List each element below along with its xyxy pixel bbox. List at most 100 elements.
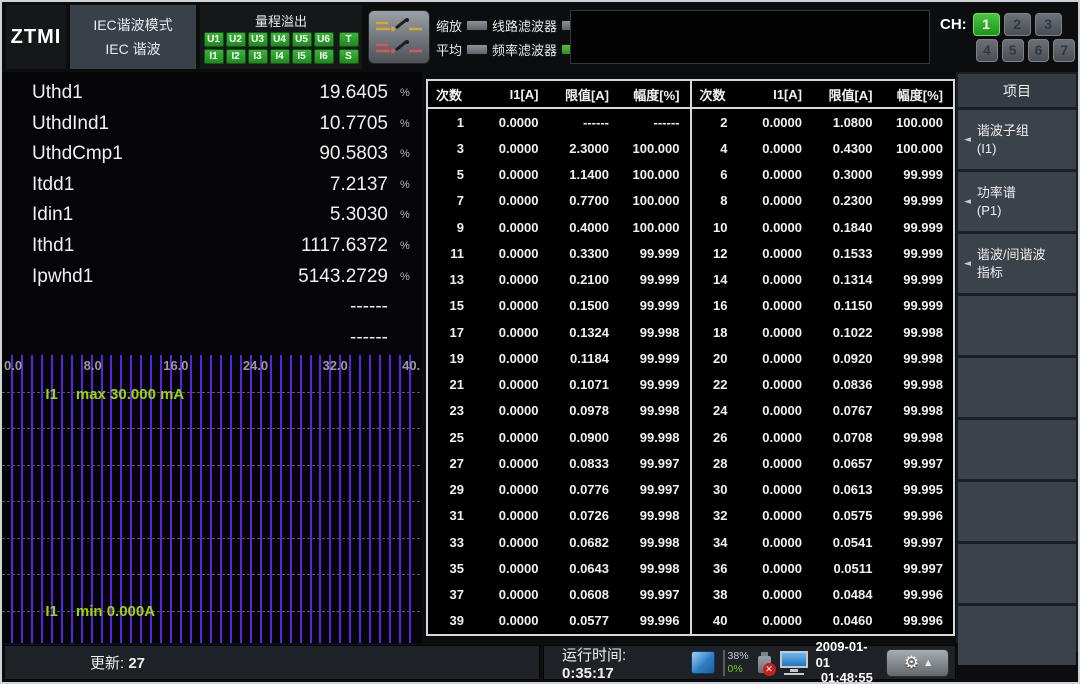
chevron-up-icon: ▲ [925,658,931,667]
harmonic-value-cell: 99.999 [619,293,690,319]
harmonic-value-cell: 0.0000 [742,398,813,424]
harmonic-value-cell: 0.3000 [812,162,883,188]
measurement-row: ------ [2,292,422,323]
sidebar-item-label: 功率谱(P1) [977,184,1016,219]
harmonic-value-cell: 0.1500 [549,293,620,319]
harmonic-value-cell: 0.0000 [742,267,813,293]
harmonic-bar [260,355,262,643]
harmonic-bar [369,355,371,643]
harmonic-value-cell: 99.998 [619,555,690,581]
sidebar-title: 项目 [958,74,1076,107]
channel-button-7[interactable]: 7 [1053,39,1075,62]
table-header-0: 次数 [428,81,478,109]
channel-label: CH: [940,16,967,33]
harmonic-value-cell: 99.999 [619,267,690,293]
harmonic-value-cell: 0.4000 [549,214,620,240]
harmonic-value-cell: 99.999 [619,372,690,398]
sidebar-item-line2: (P1) [977,202,1016,220]
buffer-percent: 0% [728,663,749,675]
wiring-config-button[interactable] [368,10,430,64]
channel-button-6[interactable]: 6 [1028,39,1050,62]
range-indicator-u2: U2 [226,32,246,47]
harmonic-value-cell: 99.999 [619,240,690,266]
sidebar-item-2[interactable]: ◄功率谱(P1) [958,172,1076,231]
runtime-counter: 运行时间: 0:35:17 [562,644,675,682]
toggle-switch-平均[interactable] [466,44,488,55]
channel-button-1[interactable]: 1 [973,13,1000,36]
range-overflow-panel: 量程溢出 U1U2U3U4U5U6T I1I2I3I4I5I6S [200,5,362,69]
harmonic-order-cell: 10 [692,214,742,240]
chart-x-tick: 32.0 [322,358,347,373]
measurement-unit: % [388,179,422,191]
harmonic-value-cell: 0.0000 [742,240,813,266]
harmonic-value-cell: 0.0000 [478,424,549,450]
measurement-name: Idin1 [2,204,258,226]
channel-button-2[interactable]: 2 [1004,13,1031,36]
harmonic-value-cell: 0.3300 [549,240,620,266]
harmonic-value-cell: 99.996 [619,608,690,634]
range-indicator-i5: I5 [292,49,312,64]
harmonic-bar [349,355,351,643]
filter-toggle-grid: 缩放线路滤波器平均频率滤波器 [436,13,583,61]
harmonic-bar [389,355,391,643]
harmonic-order-cell: 33 [428,529,478,555]
update-counter-box: 更新: 27 [4,645,540,680]
settings-menu-button[interactable]: ⚙ ▲ [886,649,949,677]
harmonic-value-cell: 99.998 [619,529,690,555]
harmonic-bar [250,355,252,643]
harmonic-bar [230,355,232,643]
harmonic-table-even-orders: 次数I1[A]限值[A]幅度[%]20.00001.0800100.00040.… [692,81,954,634]
harmonic-order-cell: 16 [692,293,742,319]
measurement-value: 19.6405 [258,82,388,104]
harmonic-value-cell: 0.0608 [549,582,620,608]
harmonic-order-cell: 2 [692,109,742,135]
gear-icon: ⚙ [904,653,919,673]
sidebar-item-line1: 功率谱 [977,184,1016,202]
harmonic-order-cell: 30 [692,477,742,503]
harmonic-value-cell: 0.0000 [478,372,549,398]
range-indicator-i6: I6 [314,49,334,64]
harmonic-value-cell: 99.996 [883,608,954,634]
range-indicator-u5: U5 [292,32,312,47]
harmonic-order-cell: 13 [428,267,478,293]
measurement-value: 5143.2729 [258,266,388,288]
measurement-value: 7.2137 [258,174,388,196]
harmonic-value-cell: 0.0000 [478,555,549,581]
harmonic-value-cell: 0.1022 [812,319,883,345]
range-indicator-s: S [339,49,359,64]
harmonic-order-cell: 1 [428,109,478,135]
channel-button-4[interactable]: 4 [976,39,998,62]
harmonic-order-cell: 23 [428,398,478,424]
harmonic-order-cell: 31 [428,503,478,529]
harmonic-value-cell: 99.998 [883,372,954,398]
harmonic-bar [329,355,331,643]
sidebar-item-3[interactable]: ◄谐波/间谐波指标 [958,234,1076,293]
harmonic-value-cell: 0.0000 [478,135,549,161]
harmonic-order-cell: 34 [692,529,742,555]
harmonic-value-cell: 0.2100 [549,267,620,293]
table-header-3: 幅度[%] [619,81,690,109]
harmonic-value-cell: 0.0000 [742,477,813,503]
message-display-area [570,10,930,64]
table-header-3: 幅度[%] [883,81,954,109]
sidebar-item-1[interactable]: ◄谐波子组(I1) [958,110,1076,169]
sidebar-empty-slot [958,296,1076,355]
table-header-2: 限值[A] [812,81,883,109]
harmonic-value-cell: 0.7700 [549,188,620,214]
measurement-value: 90.5803 [258,143,388,165]
harmonic-value-cell: ------ [619,109,690,135]
channel-button-3[interactable]: 3 [1035,13,1062,36]
harmonic-value-cell: 99.995 [883,477,954,503]
harmonic-value-cell: 0.0575 [812,503,883,529]
harmonic-value-cell: 0.0000 [742,162,813,188]
toggle-switch-缩放[interactable] [466,20,488,31]
measurement-value: ------ [258,327,388,349]
channel-button-5[interactable]: 5 [1002,39,1024,62]
harmonic-value-cell: 0.0577 [549,608,620,634]
harmonic-order-cell: 20 [692,345,742,371]
harmonic-value-cell: 100.000 [619,162,690,188]
harmonic-value-cell: 99.999 [619,345,690,371]
harmonic-value-cell: 99.997 [619,582,690,608]
range-overflow-title: 量程溢出 [255,11,307,30]
harmonic-order-cell: 19 [428,345,478,371]
